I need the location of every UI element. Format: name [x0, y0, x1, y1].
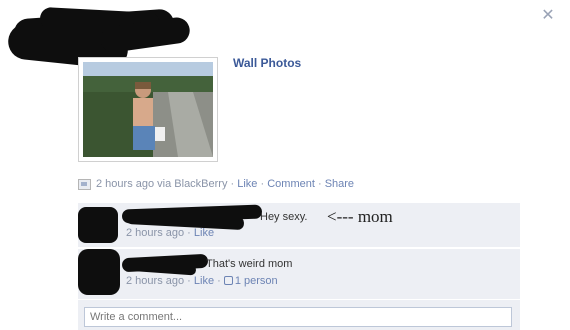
- photo-post-icon: [78, 178, 91, 190]
- comment-meta: 2 hours ago · Like: [126, 227, 214, 239]
- comment-like-link[interactable]: Like: [194, 275, 214, 287]
- write-comment-area: Write a comment...: [78, 300, 520, 330]
- separator-dot: ·: [214, 275, 224, 287]
- like-link[interactable]: Like: [237, 178, 257, 190]
- comment-time[interactable]: 2 hours ago: [126, 227, 184, 239]
- likes-count-link[interactable]: 1 person: [235, 275, 278, 287]
- separator-dot: ·: [257, 178, 268, 190]
- separator-dot: ·: [184, 275, 194, 287]
- wall-photo[interactable]: [78, 57, 218, 162]
- comment-text: That's weird mom: [206, 258, 293, 270]
- comment-item: Hey sexy. 2 hours ago · Like: [78, 203, 520, 247]
- close-icon[interactable]: ✕: [540, 7, 556, 23]
- separator-dot: ·: [227, 178, 238, 190]
- comment-item: That's weird mom 2 hours ago · Like · 1 …: [78, 249, 520, 299]
- comment-text: Hey sexy.: [260, 211, 308, 223]
- share-link[interactable]: Share: [325, 178, 354, 190]
- thumbs-up-icon: [223, 276, 233, 285]
- post-time[interactable]: 2 hours ago: [96, 178, 154, 190]
- post-meta-row: 2 hours ago via BlackBerry · Like · Comm…: [78, 178, 354, 190]
- comment-time[interactable]: 2 hours ago: [126, 275, 184, 287]
- comment-like-link[interactable]: Like: [194, 227, 214, 239]
- separator-dot: ·: [314, 178, 325, 190]
- photo-image: [83, 62, 213, 157]
- write-comment-input[interactable]: Write a comment...: [84, 307, 512, 327]
- separator-dot: ·: [184, 227, 194, 239]
- mom-annotation: <--- mom: [327, 207, 393, 226]
- comment-divider: [78, 247, 520, 248]
- comment-meta: 2 hours ago · Like · 1 person: [126, 275, 278, 287]
- wall-photos-link[interactable]: Wall Photos: [233, 56, 301, 70]
- post-via: via BlackBerry: [154, 178, 228, 190]
- commenter-avatar-redacted: [78, 249, 120, 295]
- comment-link[interactable]: Comment: [267, 178, 315, 190]
- commenter-avatar-redacted: [78, 203, 118, 243]
